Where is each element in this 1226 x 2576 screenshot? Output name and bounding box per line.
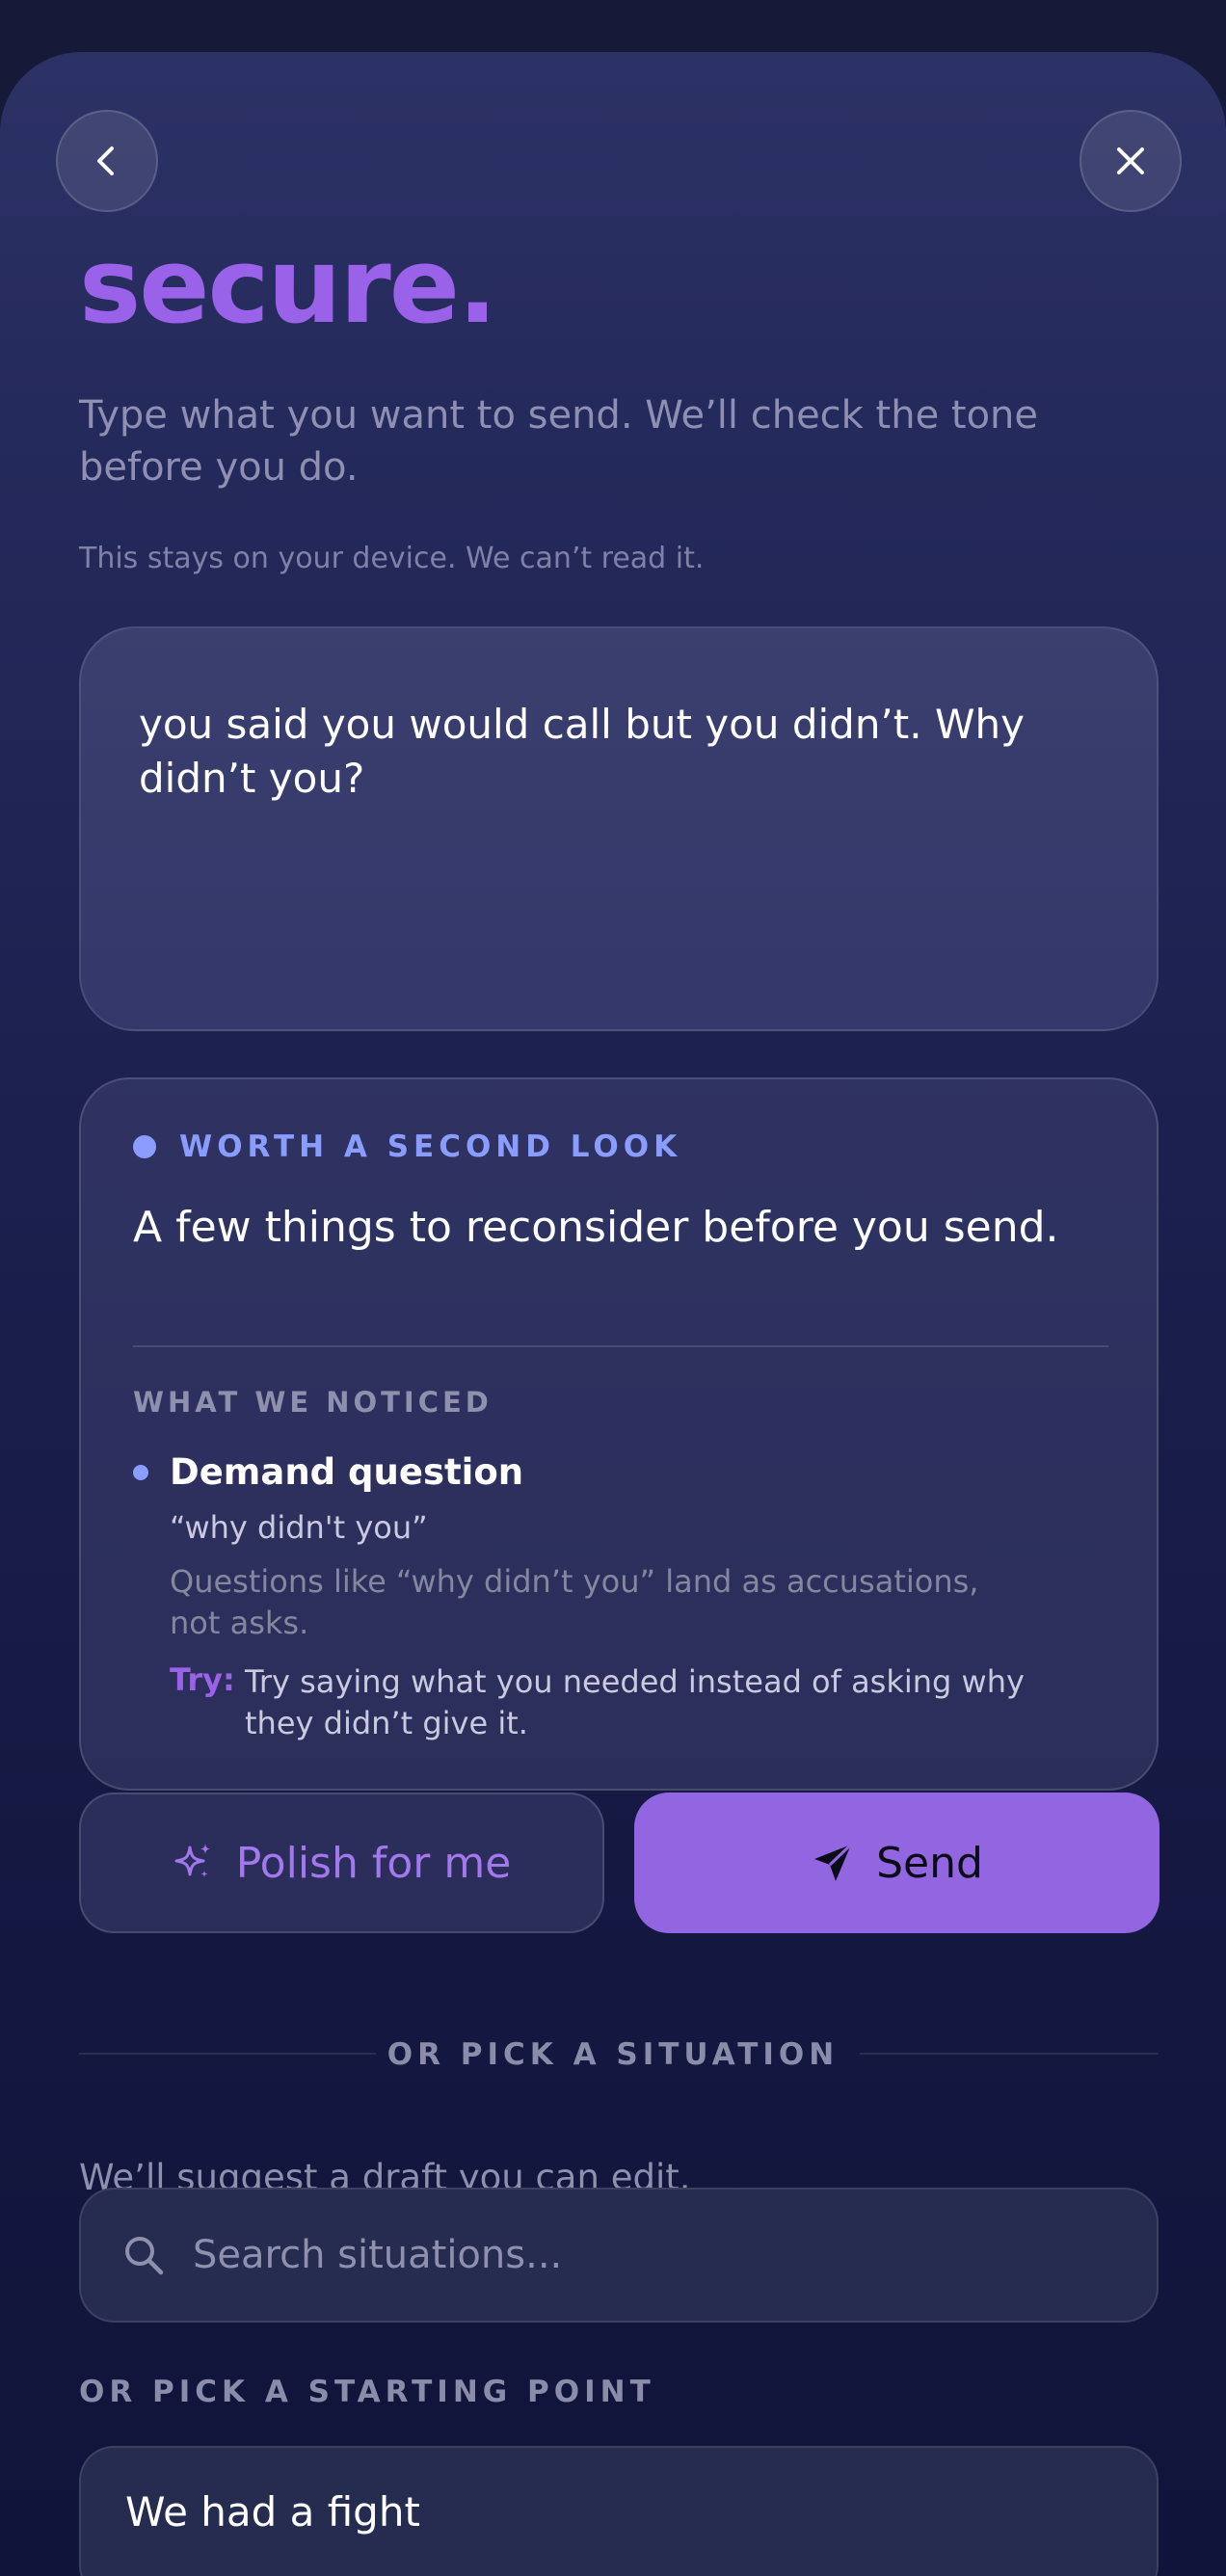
search-icon	[121, 2233, 166, 2277]
starting-point-item[interactable]: We had a fight	[79, 2446, 1159, 2576]
close-button[interactable]	[1079, 110, 1182, 212]
try-label: Try:	[170, 1661, 235, 1698]
status-badge: WORTH A SECOND LOOK	[133, 1129, 681, 1164]
page-title: secure.	[79, 226, 497, 347]
send-button-label: Send	[876, 1838, 983, 1888]
situation-divider-label: OR PICK A SITUATION	[386, 2037, 840, 2072]
sparkle-icon	[173, 1842, 215, 1884]
paper-plane-icon	[811, 1841, 855, 1885]
message-input[interactable]: you said you would call but you didn’t. …	[79, 626, 1159, 1031]
back-button[interactable]	[56, 110, 158, 212]
situation-search-field[interactable]	[79, 2188, 1159, 2323]
issue-description: Questions like “why didn’t you” land as …	[170, 1563, 979, 1641]
page-subtitle: Type what you want to send. We’ll check …	[79, 393, 1039, 490]
status-dot-icon	[133, 1135, 156, 1158]
privacy-note: This stays on your device. We can’t read…	[79, 542, 705, 575]
status-badge-label: WORTH A SECOND LOOK	[179, 1129, 682, 1164]
bullet-dot-icon	[133, 1465, 148, 1480]
polish-button[interactable]: Polish for me	[79, 1793, 604, 1933]
polish-button-label: Polish for me	[235, 1838, 512, 1888]
issue-title: Demand question	[170, 1451, 524, 1493]
send-button[interactable]: Send	[634, 1793, 1159, 1933]
close-icon	[1109, 140, 1152, 182]
analysis-title: A few things to reconsider before you se…	[133, 1203, 1059, 1252]
tone-analysis-card: WORTH A SECOND LOOK A few things to reco…	[79, 1077, 1159, 1791]
starting-point-label: OR PICK A STARTING POINT	[79, 2375, 655, 2409]
noticed-section-label: WHAT WE NOTICED	[133, 1386, 493, 1419]
search-input[interactable]	[191, 2232, 1062, 2278]
divider	[133, 1345, 1108, 1347]
compose-sheet: secure. Type what you want to send. We’l…	[0, 52, 1226, 2576]
chevron-left-icon	[86, 140, 128, 182]
issue-quote: “why didn't you”	[170, 1509, 428, 1546]
try-suggestion: Try saying what you needed instead of as…	[245, 1663, 1025, 1741]
